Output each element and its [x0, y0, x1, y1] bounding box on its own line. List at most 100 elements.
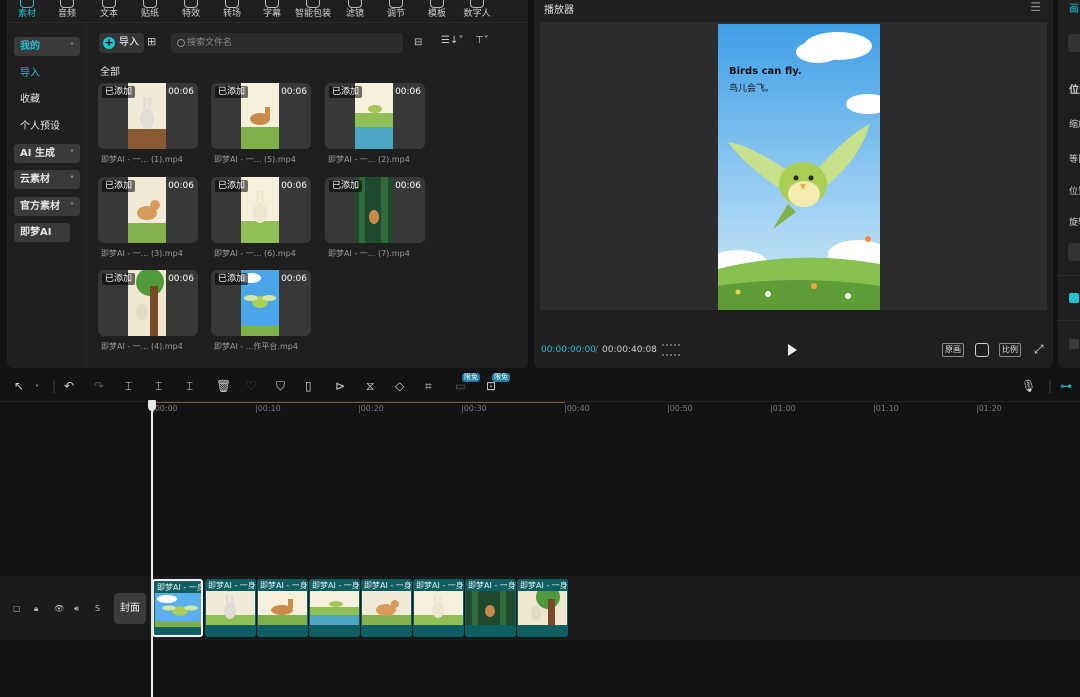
duration-label: 00:06 — [281, 87, 307, 97]
delete-icon[interactable]: 🗑︎ — [216, 380, 231, 392]
tab-digital-human[interactable]: 数字人 — [457, 0, 497, 22]
media-card[interactable]: 已添加 00:06 — [211, 177, 311, 243]
caption-english: Birds can fly. — [729, 66, 802, 77]
media-card[interactable]: 已添加 00:06 — [98, 83, 198, 149]
microphone-icon[interactable]: 🎙︎ — [1021, 380, 1036, 392]
media-panel: 素材 音频 文本 贴纸 特效 转场 字幕 智能包装 滤镜 调节 模板 数字人 我… — [7, 0, 528, 368]
checkbox-checked[interactable] — [1069, 293, 1079, 303]
preview-canvas[interactable]: Birds can fly. 鸟儿会飞。 — [540, 22, 1047, 310]
sort-button[interactable]: ☰↓˅ — [441, 35, 463, 46]
tab-canvas[interactable]: 画面 — [1069, 0, 1080, 15]
media-card[interactable]: 已添加 00:06 — [325, 83, 425, 149]
property-label: 旋转 — [1069, 218, 1080, 228]
playhead[interactable] — [151, 402, 153, 697]
cover-button[interactable]: 封面 — [114, 593, 146, 624]
timeline-clip[interactable]: 即梦AI - 一身 — [309, 579, 360, 637]
solo-icon[interactable]: S — [95, 604, 100, 613]
filter-button[interactable]: ⊤˅ — [475, 35, 489, 46]
select-tool-icon[interactable]: ↖ — [14, 380, 24, 392]
fullscreen-icon[interactable]: ⤢ — [1034, 342, 1044, 357]
chevron-down-icon[interactable]: ˅ — [35, 383, 39, 395]
sidebar-item-jimeng[interactable]: 即梦AI — [14, 223, 70, 242]
duration-label: 00:06 — [395, 181, 421, 191]
tab-transition[interactable]: 转场 — [212, 0, 252, 22]
rotate-icon[interactable]: ◇ — [395, 380, 404, 392]
media-card[interactable]: 已添加 00:06 — [211, 83, 311, 149]
timeline-clip[interactable]: 即梦AI - 一身 — [361, 579, 412, 637]
media-card[interactable]: 已添加 00:06 — [98, 177, 198, 243]
fit-screen-icon[interactable] — [975, 343, 989, 357]
sidebar-item-presets[interactable]: 个人预设 — [14, 117, 60, 136]
split-right-icon[interactable]: ⌶ — [186, 380, 193, 392]
media-card[interactable]: 已添加 00:06 — [211, 270, 311, 336]
clip-title: 即梦AI - 一身 — [157, 583, 203, 592]
tab-filter[interactable]: 滤镜 — [335, 0, 375, 22]
undo-icon[interactable]: ↶ — [64, 380, 74, 392]
eye-icon[interactable]: 👁︎ — [54, 604, 64, 613]
timeline-clip[interactable]: 即梦AI - 一身 — [465, 579, 516, 637]
original-quality-button[interactable]: 原画 — [942, 343, 964, 357]
clip-thumbnail-rabbit — [206, 591, 255, 625]
tab-audio[interactable]: 音频 — [47, 0, 87, 22]
lock-icon[interactable]: 🔒︎ — [34, 604, 38, 614]
sidebar-item-cloud[interactable]: 云素材 ˅ — [14, 170, 80, 189]
media-card[interactable]: 已添加 00:06 — [98, 270, 198, 336]
tab-media[interactable]: 素材 — [7, 0, 47, 22]
timeline-clip[interactable]: 即梦AI - 一身 — [152, 579, 203, 637]
adjust-icon — [389, 0, 403, 8]
split-icon[interactable]: ⌶ — [125, 380, 132, 392]
checkbox[interactable] — [1069, 339, 1079, 349]
free-badge: 限免 — [492, 373, 510, 382]
tab-caption[interactable]: 字幕 — [252, 0, 292, 22]
mirror-icon[interactable]: ⧖ — [366, 380, 374, 392]
duration-label: 00:06 — [395, 87, 421, 97]
panel-title: 播放器 — [544, 5, 574, 16]
clip-title: 即梦AI - 一身 — [312, 581, 360, 590]
sidebar-item-ai-generate[interactable]: AI 生成 ˅ — [14, 144, 80, 163]
freeze-frame-icon[interactable]: ▯ — [305, 380, 312, 392]
filter-icon — [348, 0, 362, 8]
property-field[interactable] — [1068, 34, 1080, 52]
timeline-clip[interactable]: 即梦AI - 一身 — [413, 579, 464, 637]
view-mode-icon[interactable]: ⊟ — [414, 37, 426, 49]
grid-icon[interactable]: ⊞ — [147, 36, 159, 48]
media-icon — [20, 0, 34, 8]
media-filename: 即梦AI - 一... (1).mp4 — [101, 155, 183, 164]
sidebar-item-favorites[interactable]: 收藏 — [14, 90, 40, 109]
link-toggle-icon[interactable]: ⊶ — [1060, 380, 1072, 392]
sidebar-item-mine[interactable]: 我的 ˄ — [14, 37, 80, 56]
crop-icon[interactable]: ⌗ — [425, 380, 432, 392]
tab-template[interactable]: 模板 — [417, 0, 457, 22]
property-field[interactable] — [1068, 243, 1080, 261]
tab-text[interactable]: 文本 — [89, 0, 129, 22]
properties-panel: 画面 位置 缩放 等比 位置 旋转 — [1058, 0, 1080, 368]
timeline-clip[interactable]: 即梦AI - 一身 — [517, 579, 568, 637]
tab-sticker[interactable]: 贴纸 — [130, 0, 170, 22]
divider: | — [52, 379, 57, 393]
timeline-clip[interactable]: 即梦AI - 一身 — [205, 579, 256, 637]
media-card[interactable]: 已添加 00:06 — [325, 177, 425, 243]
track-thumbnail-icon[interactable]: ▢ — [13, 604, 21, 613]
menu-icon[interactable]: ☰ — [1030, 0, 1041, 14]
caption-chinese: 鸟儿会飞。 — [729, 84, 775, 94]
tab-effects[interactable]: 特效 — [171, 0, 211, 22]
search-input[interactable]: 搜索文件名 — [171, 33, 403, 53]
waveform-icon[interactable] — [662, 344, 680, 356]
clip-title: 即梦AI - 一身 — [520, 581, 568, 590]
timeline-clip[interactable]: 即梦AI - 一身 — [257, 579, 308, 637]
sidebar-item-official[interactable]: 官方素材 ˅ — [14, 197, 80, 216]
tab-smart-package[interactable]: 智能包装 — [293, 0, 333, 22]
chevron-down-icon: ˅ — [70, 202, 74, 211]
playhead-handle[interactable] — [148, 400, 156, 411]
marker-icon[interactable]: ♡ — [246, 380, 257, 392]
aspect-ratio-button[interactable]: 比例 — [999, 343, 1021, 357]
play-icon[interactable] — [788, 344, 797, 356]
redo-icon[interactable]: ↷ — [94, 380, 104, 392]
shield-icon[interactable]: ⛉ — [276, 380, 285, 392]
tab-adjust[interactable]: 调节 — [376, 0, 416, 22]
split-left-icon[interactable]: ⌶ — [155, 380, 162, 392]
volume-icon[interactable]: 🔊︎ — [74, 604, 79, 614]
sidebar-item-import[interactable]: 导入 — [14, 64, 40, 83]
speed-icon[interactable]: ⊳ — [335, 380, 345, 392]
ruler-tick: |00:10 — [255, 404, 281, 413]
